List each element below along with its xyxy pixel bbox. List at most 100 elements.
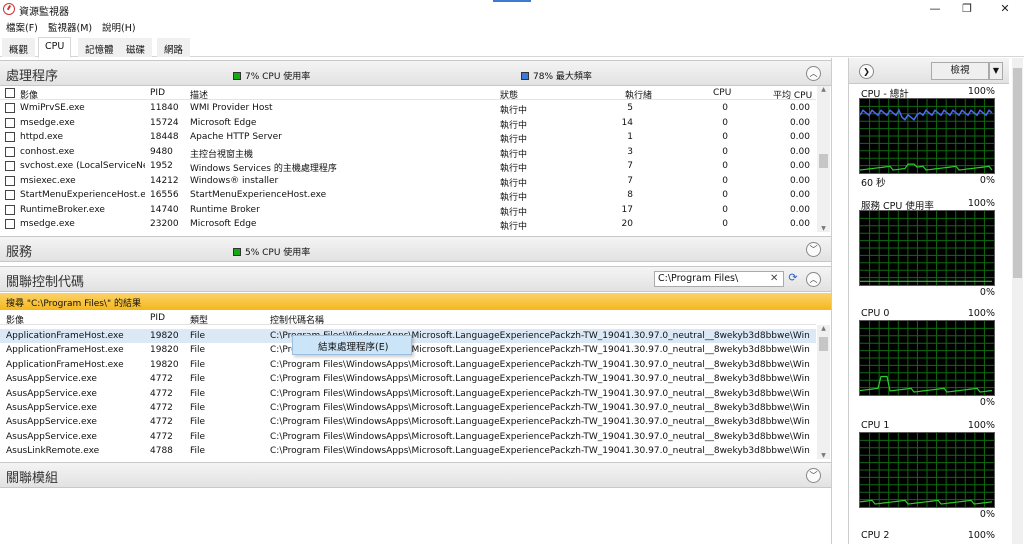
handles-scroll-up[interactable]: ▲ bbox=[817, 325, 830, 332]
collapse-processes-button[interactable]: ︿ bbox=[806, 66, 821, 81]
process-description: 主控台視窗主機 bbox=[190, 149, 254, 160]
tab-memory[interactable]: 記憶體 bbox=[78, 38, 121, 57]
process-image: conhost.exe bbox=[20, 146, 75, 157]
hcol-handle-name[interactable]: 控制代碼名稱 bbox=[270, 313, 324, 326]
tab-cpu[interactable]: CPU bbox=[38, 37, 72, 58]
process-checkbox[interactable] bbox=[5, 103, 15, 113]
col-image[interactable]: 影像 bbox=[20, 88, 38, 101]
handles-scrollbar[interactable]: ▲ ▼ bbox=[817, 325, 830, 459]
handles-scroll-down[interactable]: ▼ bbox=[817, 452, 830, 459]
process-threads: 20 bbox=[621, 219, 633, 229]
handle-name: C:\Program Files\WindowsApps\Microsoft.L… bbox=[270, 431, 810, 442]
end-process-menu-item[interactable]: 結束處理程序(E) bbox=[318, 342, 388, 353]
handle-row[interactable]: AsusAppService.exe 4772 File C:\Program Fil… bbox=[0, 372, 816, 386]
handle-row[interactable]: AsusAppService.exe 4772 File C:\Program Fil… bbox=[0, 415, 816, 429]
process-row[interactable]: msedge.exe 15724 Microsoft Edge 執行中 14 0 0.00 bbox=[0, 116, 816, 131]
cpu-graph bbox=[859, 320, 995, 396]
handle-row[interactable]: ApplicationFrameHost.exe 19820 File C:\Prog… bbox=[0, 358, 816, 372]
process-checkbox[interactable] bbox=[5, 204, 15, 215]
process-pid: 14740 bbox=[150, 204, 179, 215]
process-checkbox[interactable] bbox=[5, 146, 15, 157]
process-cpu: 0 bbox=[722, 190, 728, 200]
graph-pane-header: ❯ 檢視 ▼ bbox=[849, 58, 1009, 84]
handle-row[interactable]: AsusAppService.exe 4772 File C:\Program Fil… bbox=[0, 430, 816, 444]
tab-network[interactable]: 網路 bbox=[157, 38, 191, 57]
col-avg-cpu[interactable]: 平均 CPU bbox=[773, 88, 812, 101]
modules-header[interactable]: 關聯模組 ﹀ bbox=[0, 462, 831, 488]
menu-monitor[interactable]: 監視器(M) bbox=[48, 20, 92, 34]
hcol-type[interactable]: 類型 bbox=[190, 313, 208, 326]
col-status[interactable]: 狀態 bbox=[500, 88, 518, 101]
minimize-button[interactable]: — bbox=[920, 0, 950, 18]
handle-row[interactable]: AsusAppService.exe 4772 File C:\Program Fil… bbox=[0, 401, 816, 415]
process-checkbox[interactable] bbox=[5, 161, 15, 171]
process-checkbox[interactable] bbox=[5, 219, 15, 229]
collapse-handles-button[interactable]: ︿ bbox=[806, 272, 821, 287]
col-description[interactable]: 描述 bbox=[190, 88, 208, 101]
processes-header[interactable]: 處理程序 7% CPU 使用率 78% 最大頻率 ︿ bbox=[0, 60, 831, 86]
process-avg-cpu: 0.00 bbox=[789, 117, 810, 128]
tab-disk[interactable]: 磁碟 bbox=[119, 38, 153, 57]
hcol-image[interactable]: 影像 bbox=[6, 313, 24, 326]
process-description: WMI Provider Host bbox=[190, 103, 273, 113]
hcol-pid[interactable]: PID bbox=[150, 313, 165, 323]
process-row[interactable]: msedge.exe 23200 Microsoft Edge 執行中 20 0 0.00 bbox=[0, 217, 816, 232]
scroll-up-arrow[interactable]: ▲ bbox=[817, 86, 830, 93]
process-row[interactable]: WmiPrvSE.exe 11840 WMI Provider Host 執行中 5 0 0… bbox=[0, 101, 816, 116]
cpu-usage-legend: 7% CPU 使用率 bbox=[233, 69, 310, 82]
expand-modules-button[interactable]: ﹀ bbox=[806, 468, 821, 483]
cpu-graph bbox=[859, 98, 995, 174]
col-cpu[interactable]: CPU bbox=[713, 88, 731, 98]
graph-max-label: 100% bbox=[967, 198, 995, 209]
cpu-graph-plot bbox=[859, 321, 994, 395]
close-button[interactable]: ✕ bbox=[990, 0, 1020, 18]
processes-scrollbar[interactable]: ▲ ▼ bbox=[817, 86, 830, 232]
graph-scroll-thumb[interactable] bbox=[1013, 68, 1022, 278]
refresh-search-icon[interactable]: ⟳ bbox=[786, 271, 800, 287]
cpu-graph-plot bbox=[859, 433, 994, 507]
process-checkbox[interactable] bbox=[5, 190, 15, 200]
handle-search-input[interactable]: C:\Program Files\ bbox=[654, 271, 784, 287]
handle-type: File bbox=[190, 388, 206, 399]
process-row[interactable]: StartMenuExperienceHost.exe 16556 StartMen… bbox=[0, 188, 816, 203]
process-checkbox[interactable] bbox=[5, 117, 15, 128]
clear-search-icon[interactable]: ✕ bbox=[770, 273, 778, 284]
scroll-thumb[interactable] bbox=[819, 154, 828, 168]
select-all-checkbox[interactable] bbox=[5, 88, 15, 98]
menu-file[interactable]: 檔案(F) bbox=[6, 20, 38, 34]
graph-pane-scrollbar[interactable] bbox=[1012, 58, 1023, 544]
process-row[interactable]: msiexec.exe 14212 Windows® installer 執行中 7 0 0… bbox=[0, 174, 816, 189]
view-dropdown-icon[interactable]: ▼ bbox=[989, 62, 1003, 80]
process-cpu: 0 bbox=[722, 175, 728, 186]
process-avg-cpu: 0.00 bbox=[789, 132, 810, 142]
accent-indicator bbox=[493, 0, 531, 2]
col-pid[interactable]: PID bbox=[150, 88, 165, 98]
process-image: msedge.exe bbox=[20, 219, 75, 229]
handle-row[interactable]: AsusAppService.exe 4772 File C:\Program Fil… bbox=[0, 387, 816, 401]
process-row[interactable]: httpd.exe 18448 Apache HTTP Server 執行中 1 0 0.0… bbox=[0, 130, 816, 145]
context-menu-end-process[interactable]: 結束處理程序(E) bbox=[292, 335, 412, 355]
graph-title: CPU 0 bbox=[861, 308, 890, 319]
services-header[interactable]: 服務 5% CPU 使用率 ﹀ bbox=[0, 236, 831, 262]
handles-scroll-thumb[interactable] bbox=[819, 337, 828, 351]
expand-pane-icon[interactable]: ❯ bbox=[859, 64, 874, 79]
process-status: 執行中 bbox=[500, 193, 528, 203]
view-button[interactable]: 檢視 bbox=[931, 62, 989, 80]
process-checkbox[interactable] bbox=[5, 132, 15, 142]
scroll-down-arrow[interactable]: ▼ bbox=[817, 225, 830, 232]
col-threads[interactable]: 執行緒 bbox=[625, 88, 652, 101]
handle-row[interactable]: AsusLinkRemote.exe 4788 File C:\Program Fil… bbox=[0, 444, 816, 458]
process-row[interactable]: RuntimeBroker.exe 14740 Runtime Broker 執行中 1… bbox=[0, 203, 816, 218]
maximize-button[interactable]: ❐ bbox=[952, 0, 982, 18]
process-row[interactable]: svchost.exe (LocalServiceNet... 1952 Windo… bbox=[0, 159, 816, 174]
process-pid: 1952 bbox=[150, 161, 173, 171]
expand-services-button[interactable]: ﹀ bbox=[806, 242, 821, 257]
process-row[interactable]: conhost.exe 9480 主控台視窗主機 執行中 3 0 0.00 bbox=[0, 145, 816, 160]
process-pid: 11840 bbox=[150, 103, 179, 113]
tab-overview[interactable]: 概觀 bbox=[2, 38, 36, 57]
menu-help[interactable]: 說明(H) bbox=[102, 20, 136, 34]
process-image: StartMenuExperienceHost.exe bbox=[20, 190, 145, 200]
process-checkbox[interactable] bbox=[5, 175, 15, 186]
cpu-usage-text: 7% CPU 使用率 bbox=[245, 72, 311, 82]
process-description: Runtime Broker bbox=[190, 204, 260, 215]
